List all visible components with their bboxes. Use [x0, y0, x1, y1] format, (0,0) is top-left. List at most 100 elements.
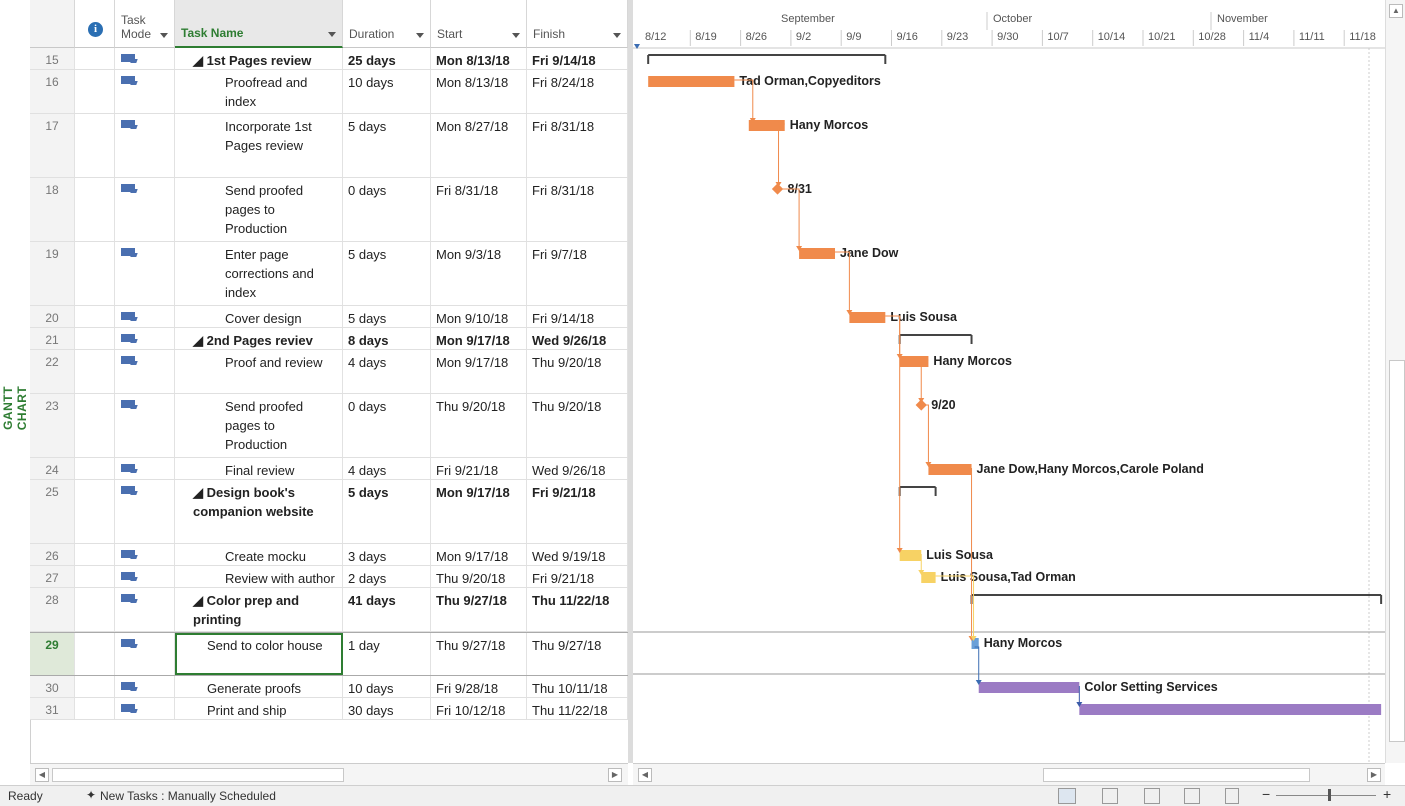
start-cell[interactable]: Thu 9/20/18	[431, 566, 527, 587]
duration-cell[interactable]: 4 days	[343, 458, 431, 479]
row-id[interactable]: 27	[30, 566, 75, 587]
task-mode-column-header[interactable]: Task Mode	[115, 0, 175, 48]
finish-cell[interactable]: Wed 9/19/18	[527, 544, 628, 565]
start-cell[interactable]: Mon 8/13/18	[431, 70, 527, 113]
indicators-cell[interactable]	[75, 480, 115, 543]
chevron-down-icon[interactable]	[613, 33, 621, 38]
row-id[interactable]: 24	[30, 458, 75, 479]
scroll-right-icon[interactable]: ▶	[608, 768, 622, 782]
finish-cell[interactable]: Fri 8/24/18	[527, 70, 628, 113]
chevron-down-icon[interactable]	[160, 33, 168, 38]
task-name-cell[interactable]: Send proofed pages to Production	[175, 394, 343, 457]
duration-cell[interactable]: 5 days	[343, 306, 431, 327]
table-row[interactable]: 18 Send proofed pages to Production 0 days…	[30, 178, 628, 242]
gantt-horizontal-scrollbar[interactable]: ◀ ▶	[633, 763, 1385, 786]
indicators-cell[interactable]	[75, 70, 115, 113]
duration-cell[interactable]: 10 days	[343, 676, 431, 697]
task-mode-cell[interactable]	[115, 178, 175, 241]
task-mode-cell[interactable]	[115, 70, 175, 113]
gantt-chart[interactable]: September October November 8/12 8/19 8/26 9/2 9…	[633, 0, 1385, 763]
duration-cell[interactable]: 25 days	[343, 48, 431, 69]
duration-cell[interactable]: 8 days	[343, 328, 431, 349]
table-row[interactable]: 23 Send proofed pages to Production 0 days…	[30, 394, 628, 458]
indicators-cell[interactable]	[75, 544, 115, 565]
task-mode-cell[interactable]	[115, 242, 175, 305]
task-mode-cell[interactable]	[115, 676, 175, 697]
row-id[interactable]: 31	[30, 698, 75, 719]
indicators-cell[interactable]	[75, 676, 115, 697]
table-row[interactable]: 22 Proof and review 4 days Mon 9/17/18 Thu 9…	[30, 350, 628, 394]
indicators-cell[interactable]	[75, 114, 115, 177]
table-row[interactable]: 27 Review with author 2 days Thu 9/20/18 Fri…	[30, 566, 628, 588]
task-mode-cell[interactable]	[115, 698, 175, 719]
start-cell[interactable]: Mon 9/3/18	[431, 242, 527, 305]
task-mode-cell[interactable]	[115, 588, 175, 631]
row-id[interactable]: 26	[30, 544, 75, 565]
task-mode-cell[interactable]	[115, 544, 175, 565]
row-id[interactable]: 16	[30, 70, 75, 113]
task-name-column-header[interactable]: Task Name	[175, 0, 343, 48]
task-name-cell[interactable]: Enter page corrections and index	[175, 242, 343, 305]
duration-cell[interactable]: 0 days	[343, 394, 431, 457]
row-id[interactable]: 23	[30, 394, 75, 457]
duration-cell[interactable]: 41 days	[343, 588, 431, 631]
scroll-left-icon[interactable]: ◀	[638, 768, 652, 782]
row-id[interactable]: 25	[30, 480, 75, 543]
task-mode-cell[interactable]	[115, 633, 175, 675]
task-name-cell[interactable]: Print and ship	[175, 698, 343, 719]
start-cell[interactable]: Fri 9/28/18	[431, 676, 527, 697]
task-name-cell[interactable]: Create mocku	[175, 544, 343, 565]
task-mode-cell[interactable]	[115, 480, 175, 543]
scroll-left-icon[interactable]: ◀	[35, 768, 49, 782]
start-cell[interactable]: Fri 8/31/18	[431, 178, 527, 241]
table-row[interactable]: 20 Cover design 5 days Mon 9/10/18 Fri 9/14/…	[30, 306, 628, 328]
table-row[interactable]: 28 ◢ Color prep and printing 41 days Thu 9/…	[30, 588, 628, 632]
row-id[interactable]: 22	[30, 350, 75, 393]
finish-cell[interactable]: Wed 9/26/18	[527, 328, 628, 349]
zoom-out-icon[interactable]: −	[1262, 786, 1270, 802]
finish-cell[interactable]: Thu 10/11/18	[527, 676, 628, 697]
zoom-in-icon[interactable]: +	[1383, 786, 1391, 802]
row-id[interactable]: 21	[30, 328, 75, 349]
vertical-scroll-thumb[interactable]	[1389, 360, 1405, 742]
finish-cell[interactable]: Wed 9/26/18	[527, 458, 628, 479]
view-bar[interactable]: GANTT CHART	[0, 14, 31, 783]
start-cell[interactable]: Mon 8/27/18	[431, 114, 527, 177]
start-cell[interactable]: Thu 9/27/18	[431, 588, 527, 631]
duration-cell[interactable]: 4 days	[343, 350, 431, 393]
finish-cell[interactable]: Thu 9/20/18	[527, 350, 628, 393]
duration-cell[interactable]: 3 days	[343, 544, 431, 565]
indicators-cell[interactable]	[75, 242, 115, 305]
sheet-horizontal-scrollbar[interactable]: ◀ ▶	[30, 763, 628, 786]
duration-cell[interactable]: 5 days	[343, 114, 431, 177]
task-name-cell[interactable]: Generate proofs	[175, 676, 343, 697]
scroll-right-icon[interactable]: ▶	[1367, 768, 1381, 782]
start-cell[interactable]: Thu 9/27/18	[431, 633, 527, 675]
table-row[interactable]: 25 ◢ Design book's companion website 5 day…	[30, 480, 628, 544]
row-id[interactable]: 20	[30, 306, 75, 327]
row-id[interactable]: 18	[30, 178, 75, 241]
table-row[interactable]: 16 Proofread and index 10 days Mon 8/13/18 F…	[30, 70, 628, 114]
resource-sheet-icon[interactable]	[1184, 788, 1200, 804]
task-name-cell[interactable]: Final review	[175, 458, 343, 479]
finish-cell[interactable]: Fri 9/14/18	[527, 48, 628, 69]
table-row[interactable]: 26 Create mocku 3 days Mon 9/17/18 Wed 9/19/…	[30, 544, 628, 566]
team-planner-icon[interactable]	[1144, 788, 1160, 804]
finish-cell[interactable]: Thu 11/22/18	[527, 698, 628, 719]
indicators-cell[interactable]	[75, 48, 115, 69]
finish-cell[interactable]: Thu 9/20/18	[527, 394, 628, 457]
task-name-cell[interactable]: Cover design	[175, 306, 343, 327]
row-id[interactable]: 19	[30, 242, 75, 305]
table-row[interactable]: 29 Send to color house 1 day Thu 9/27/18 Thu…	[30, 632, 628, 676]
indicators-cell[interactable]	[75, 350, 115, 393]
start-cell[interactable]: Mon 9/17/18	[431, 328, 527, 349]
start-cell[interactable]: Fri 10/12/18	[431, 698, 527, 719]
chevron-down-icon[interactable]	[512, 33, 520, 38]
row-id[interactable]: 29	[30, 633, 75, 675]
duration-cell[interactable]: 10 days	[343, 70, 431, 113]
finish-cell[interactable]: Fri 9/14/18	[527, 306, 628, 327]
finish-cell[interactable]: Fri 9/21/18	[527, 480, 628, 543]
finish-cell[interactable]: Thu 11/22/18	[527, 588, 628, 631]
duration-cell[interactable]: 1 day	[343, 633, 431, 675]
indicators-cell[interactable]	[75, 328, 115, 349]
